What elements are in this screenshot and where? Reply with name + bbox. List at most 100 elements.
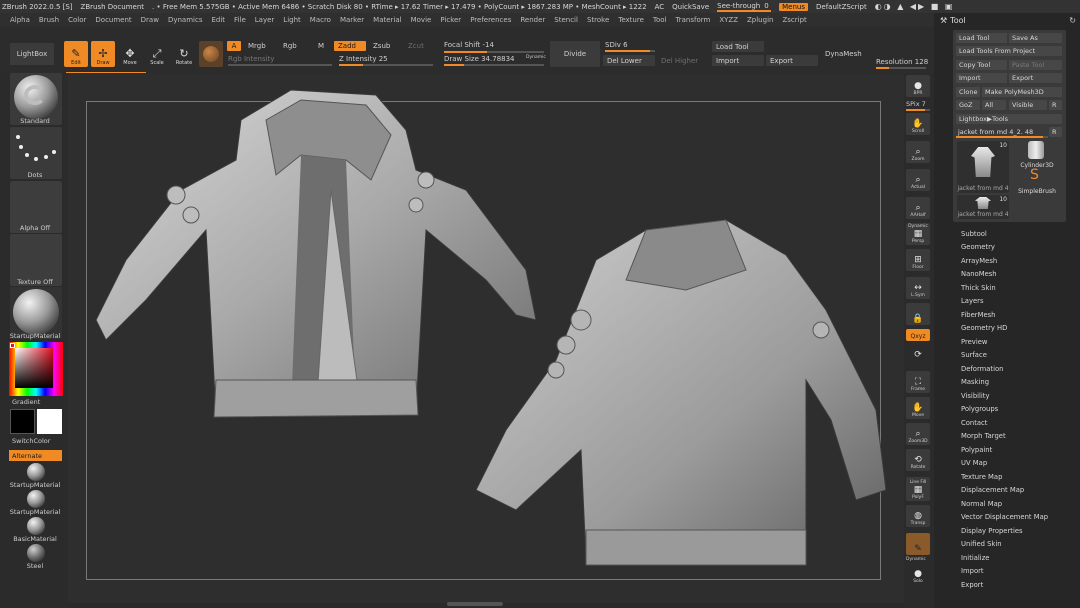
m-toggle[interactable]: M bbox=[314, 41, 330, 51]
draw-mode-button[interactable]: ✢ Draw bbox=[91, 41, 115, 67]
subpalette-morph-target[interactable]: Morph Target bbox=[961, 432, 1006, 440]
menu-item-tool[interactable]: Tool bbox=[653, 16, 667, 24]
secondary-color-swatch[interactable] bbox=[37, 409, 62, 434]
menu-item-file[interactable]: File bbox=[234, 16, 246, 24]
menu-item-color[interactable]: Color bbox=[68, 16, 86, 24]
save-as-button[interactable]: Save As bbox=[1009, 33, 1062, 43]
zsub-toggle[interactable]: Zsub bbox=[369, 41, 401, 51]
menus-button[interactable]: Menus bbox=[779, 2, 809, 11]
goz-visible-button[interactable]: Visible bbox=[1009, 100, 1047, 110]
spix-slider[interactable] bbox=[906, 109, 930, 111]
make-polymesh3d-button[interactable]: Make PolyMesh3D bbox=[982, 87, 1062, 97]
menu-item-layer[interactable]: Layer bbox=[255, 16, 275, 24]
material-swatch-button[interactable] bbox=[199, 41, 223, 67]
menu-item-material[interactable]: Material bbox=[373, 16, 401, 24]
subpalette-polypaint[interactable]: Polypaint bbox=[961, 446, 992, 454]
tool-thumb-jacket-2[interactable]: 10 jacket from md 4 bbox=[957, 195, 1009, 219]
subpalette-layers[interactable]: Layers bbox=[961, 297, 984, 305]
material-4-icon[interactable] bbox=[27, 544, 45, 562]
subpalette-surface[interactable]: Surface bbox=[961, 351, 987, 359]
clone-button[interactable]: Clone bbox=[956, 87, 980, 97]
a-toggle[interactable]: A bbox=[227, 41, 241, 51]
color-field[interactable] bbox=[15, 348, 53, 388]
tool-thumb-simplebrush[interactable]: S SimpleBrush bbox=[1012, 167, 1062, 195]
bottom-tray-handle[interactable] bbox=[447, 602, 503, 606]
menu-item-brush[interactable]: Brush bbox=[39, 16, 59, 24]
color-picker[interactable] bbox=[9, 342, 63, 396]
move-mode-button[interactable]: ✥ Move bbox=[118, 41, 142, 67]
zadd-toggle[interactable]: Zadd bbox=[334, 41, 366, 51]
export-button[interactable]: Export bbox=[766, 55, 818, 66]
subpalette-deformation[interactable]: Deformation bbox=[961, 365, 1003, 373]
scale-mode-button[interactable]: ⤢ Scale bbox=[145, 41, 169, 67]
actual-button[interactable]: ⌕ Actual bbox=[906, 169, 930, 191]
menu-item-texture[interactable]: Texture bbox=[618, 16, 644, 24]
divide-button[interactable]: Divide bbox=[550, 41, 600, 67]
jacket-model-render[interactable] bbox=[86, 80, 886, 590]
floor-button[interactable]: ⊞ Floor bbox=[906, 249, 930, 271]
alternate-toggle[interactable]: Alternate bbox=[9, 450, 62, 461]
layout-icons[interactable]: ◐◑ ▲ ◀▶ ■ ▣ bbox=[875, 2, 1080, 11]
draw-size-slider[interactable] bbox=[444, 64, 544, 66]
solo-button[interactable]: ● Solo bbox=[906, 563, 930, 585]
paste-tool-button[interactable]: Paste Tool bbox=[1009, 60, 1062, 70]
default-zscript-button[interactable]: DefaultZScript bbox=[816, 3, 867, 11]
menu-item-preferences[interactable]: Preferences bbox=[470, 16, 511, 24]
sdiv-slider[interactable] bbox=[605, 50, 655, 52]
refresh-icon[interactable]: ↻ bbox=[1069, 16, 1076, 25]
zoom-button[interactable]: ⌕ Zoom bbox=[906, 141, 930, 163]
del-higher-button[interactable]: Del Higher bbox=[657, 55, 707, 66]
menu-item-document[interactable]: Document bbox=[95, 16, 131, 24]
rotate-axis-button[interactable]: ⟳ bbox=[906, 343, 930, 361]
subpalette-fibermesh[interactable]: FiberMesh bbox=[961, 311, 996, 319]
subpalette-geometry[interactable]: Geometry bbox=[961, 243, 995, 251]
zcut-toggle[interactable]: Zcut bbox=[404, 41, 434, 51]
subpalette-masking[interactable]: Masking bbox=[961, 378, 989, 386]
scroll-button[interactable]: ✋ Scroll bbox=[906, 113, 930, 135]
dynamic-size-toggle[interactable]: Dynamic bbox=[526, 55, 546, 60]
focal-shift-slider[interactable] bbox=[444, 51, 544, 53]
material-2-icon[interactable] bbox=[27, 490, 45, 508]
move-button[interactable]: ✋ Move bbox=[906, 397, 930, 419]
load-tool-button[interactable]: Load Tool bbox=[712, 41, 764, 52]
subpalette-polygroups[interactable]: Polygroups bbox=[961, 405, 998, 413]
subpalette-contact[interactable]: Contact bbox=[961, 419, 987, 427]
polyf-button[interactable]: Line Fill ▦ PolyF bbox=[906, 477, 930, 501]
menu-item-xyzz[interactable]: XYZZ bbox=[719, 16, 738, 24]
rgb-toggle[interactable]: Rgb bbox=[279, 41, 311, 51]
z-intensity-slider[interactable] bbox=[339, 64, 433, 66]
menu-item-movie[interactable]: Movie bbox=[411, 16, 432, 24]
dynamic-solo-button[interactable]: ✎ bbox=[906, 533, 930, 555]
tool-thumb-jacket-1[interactable]: 10 jacket from md 4 bbox=[957, 141, 1009, 193]
see-through-slider[interactable]: See-through 0 bbox=[717, 2, 772, 12]
subpalette-texture-map[interactable]: Texture Map bbox=[961, 473, 1002, 481]
subpalette-displacement-map[interactable]: Displacement Map bbox=[961, 486, 1024, 494]
menu-item-picker[interactable]: Picker bbox=[440, 16, 461, 24]
subpalette-geometry-hd[interactable]: Geometry HD bbox=[961, 324, 1007, 332]
subpalette-subtool[interactable]: Subtool bbox=[961, 230, 987, 238]
load-tool-palette-button[interactable]: Load Tool bbox=[956, 33, 1007, 43]
load-tools-from-project-button[interactable]: Load Tools From Project bbox=[956, 46, 1062, 56]
menu-item-stencil[interactable]: Stencil bbox=[554, 16, 578, 24]
lightbox-tools-button[interactable]: Lightbox▶Tools bbox=[956, 114, 1062, 124]
persp-button[interactable]: Dynamic ▦ Persp bbox=[906, 223, 930, 245]
zoom3d-button[interactable]: ⌕ Zoom3D bbox=[906, 423, 930, 445]
edit-mode-button[interactable]: ✎ Edit bbox=[64, 41, 88, 67]
copy-tool-button[interactable]: Copy Tool bbox=[956, 60, 1007, 70]
subpalette-initialize[interactable]: Initialize bbox=[961, 554, 989, 562]
rotate-mode-button[interactable]: ↻ Rotate bbox=[172, 41, 196, 67]
menu-item-zscript[interactable]: Zscript bbox=[782, 16, 806, 24]
subpalette-normal-map[interactable]: Normal Map bbox=[961, 500, 1002, 508]
menu-item-stroke[interactable]: Stroke bbox=[587, 16, 609, 24]
tool-thumb-cylinder[interactable]: Cylinder3D bbox=[1012, 141, 1062, 169]
subpalette-arraymesh[interactable]: ArrayMesh bbox=[961, 257, 997, 265]
subpalette-nanomesh[interactable]: NanoMesh bbox=[961, 270, 997, 278]
subpalette-uv-map[interactable]: UV Map bbox=[961, 459, 987, 467]
menu-item-light[interactable]: Light bbox=[283, 16, 300, 24]
bpr-button[interactable]: ● BPR bbox=[906, 75, 930, 97]
dynamesh-button[interactable]: DynaMesh bbox=[821, 41, 873, 67]
goz-r-button[interactable]: R bbox=[1049, 100, 1062, 110]
material-3-icon[interactable] bbox=[27, 517, 45, 535]
subpalette-thick-skin[interactable]: Thick Skin bbox=[961, 284, 996, 292]
tool-import-button[interactable]: Import bbox=[956, 73, 1007, 83]
